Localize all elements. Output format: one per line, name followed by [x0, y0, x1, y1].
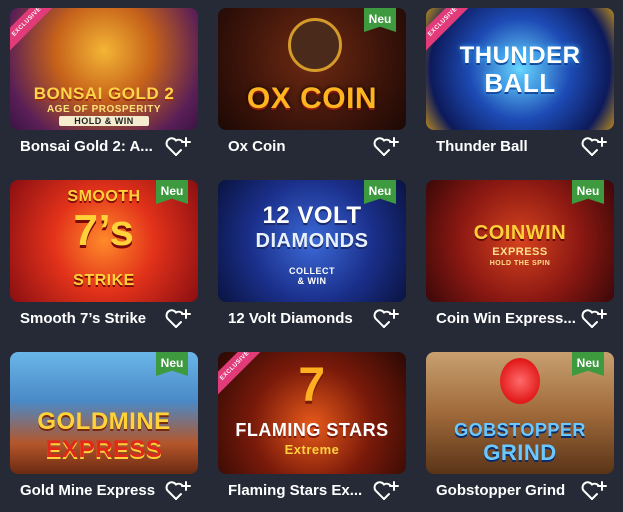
heart-plus-icon [165, 481, 191, 500]
game-card-12-volt-diamonds[interactable]: 12 VOLT DIAMONDS COLLECT & WIN Neu 12 Vo… [218, 180, 406, 340]
game-thumbnail[interactable]: THUNDER BALL EXCLUSIVE [426, 8, 614, 130]
add-favorite-button[interactable] [372, 479, 400, 503]
game-art-title: GOBSTOPPER [454, 420, 586, 440]
game-title[interactable]: Smooth 7’s Strike [20, 310, 160, 327]
game-title[interactable]: Flaming Stars Ex... [228, 482, 368, 499]
add-favorite-button[interactable] [372, 307, 400, 331]
heart-plus-icon [165, 309, 191, 328]
heart-plus-icon [373, 481, 399, 500]
game-card-ox-coin[interactable]: OX COIN Neu Ox Coin [218, 8, 406, 168]
heart-plus-icon [165, 137, 191, 156]
game-art-subtitle: AGE OF PROSPERITY [46, 104, 162, 115]
game-art-subtitle: FLAMING STARS [235, 420, 389, 440]
game-art-subtitle: EXPRESS [492, 246, 548, 258]
game-title[interactable]: Thunder Ball [436, 138, 576, 155]
game-art-title: BONSAI GOLD 2 [33, 84, 175, 103]
game-card-gold-mine-express[interactable]: GOLDMINE EXPRESS Neu Gold Mine Express [10, 352, 198, 512]
game-art-tagline: COLLECT & WIN [289, 266, 335, 286]
heart-plus-icon [373, 137, 399, 156]
game-art-subtitle: EXPRESS [45, 436, 163, 463]
game-art-subtitle: 7’s [73, 206, 135, 255]
game-art-title: 12 VOLT [262, 202, 362, 229]
game-title[interactable]: 12 Volt Diamonds [228, 310, 368, 327]
ox-head-art [288, 18, 342, 72]
game-art-subtitle: DIAMONDS [255, 230, 369, 252]
game-thumbnail[interactable]: OX COIN Neu [218, 8, 406, 130]
game-art-title: OX COIN [246, 82, 378, 115]
add-favorite-button[interactable] [580, 307, 608, 331]
game-thumbnail[interactable]: 12 VOLT DIAMONDS COLLECT & WIN Neu [218, 180, 406, 302]
add-favorite-button[interactable] [164, 135, 192, 159]
add-favorite-button[interactable] [580, 135, 608, 159]
game-grid: BONSAI GOLD 2 AGE OF PROSPERITY HOLD & W… [0, 0, 623, 506]
game-thumbnail[interactable]: GOBSTOPPER GRIND Neu [426, 352, 614, 474]
add-favorite-button[interactable] [372, 135, 400, 159]
game-art-title: COINWIN [473, 222, 567, 244]
gumball-character-art [500, 358, 540, 404]
game-thumbnail[interactable]: BONSAI GOLD 2 AGE OF PROSPERITY HOLD & W… [10, 8, 198, 130]
game-art-title: 7 [298, 359, 326, 412]
game-title[interactable]: Bonsai Gold 2: A... [20, 138, 160, 155]
game-title[interactable]: Ox Coin [228, 138, 368, 155]
heart-plus-icon [581, 309, 607, 328]
game-title[interactable]: Coin Win Express... [436, 310, 576, 327]
game-card-smooth-7s-strike[interactable]: SMOOTH 7’s STRIKE Neu Smooth 7’s Strike [10, 180, 198, 340]
heart-plus-icon [373, 309, 399, 328]
game-card-thunder-ball[interactable]: THUNDER BALL EXCLUSIVE Thunder Ball [426, 8, 614, 168]
game-thumbnail[interactable]: COINWIN EXPRESS HOLD THE SPIN Neu [426, 180, 614, 302]
game-art-title: THUNDER [459, 42, 581, 69]
game-art-title: GOLDMINE [37, 408, 171, 435]
game-card-coin-win-express[interactable]: COINWIN EXPRESS HOLD THE SPIN Neu Coin W… [426, 180, 614, 340]
heart-plus-icon [581, 137, 607, 156]
game-card-bonsai-gold-2[interactable]: BONSAI GOLD 2 AGE OF PROSPERITY HOLD & W… [10, 8, 198, 168]
game-card-flaming-stars-extreme[interactable]: 7 FLAMING STARS Extreme EXCLUSIVE Flamin… [218, 352, 406, 512]
game-art-tagline: Extreme [284, 442, 340, 457]
game-art-tagline: HOLD & WIN [59, 116, 149, 126]
add-favorite-button[interactable] [164, 479, 192, 503]
game-art-subtitle: BALL [484, 68, 556, 98]
game-art-subtitle: GRIND [483, 440, 557, 465]
game-thumbnail[interactable]: 7 FLAMING STARS Extreme EXCLUSIVE [218, 352, 406, 474]
game-title[interactable]: Gobstopper Grind [436, 482, 576, 499]
game-art-tagline: HOLD THE SPIN [489, 260, 551, 267]
game-thumbnail[interactable]: SMOOTH 7’s STRIKE Neu [10, 180, 198, 302]
add-favorite-button[interactable] [164, 307, 192, 331]
game-art-tagline: STRIKE [73, 272, 135, 289]
game-card-gobstopper-grind[interactable]: GOBSTOPPER GRIND Neu Gobstopper Grind [426, 352, 614, 512]
game-thumbnail[interactable]: GOLDMINE EXPRESS Neu [10, 352, 198, 474]
game-title[interactable]: Gold Mine Express [20, 482, 160, 499]
heart-plus-icon [581, 481, 607, 500]
add-favorite-button[interactable] [580, 479, 608, 503]
